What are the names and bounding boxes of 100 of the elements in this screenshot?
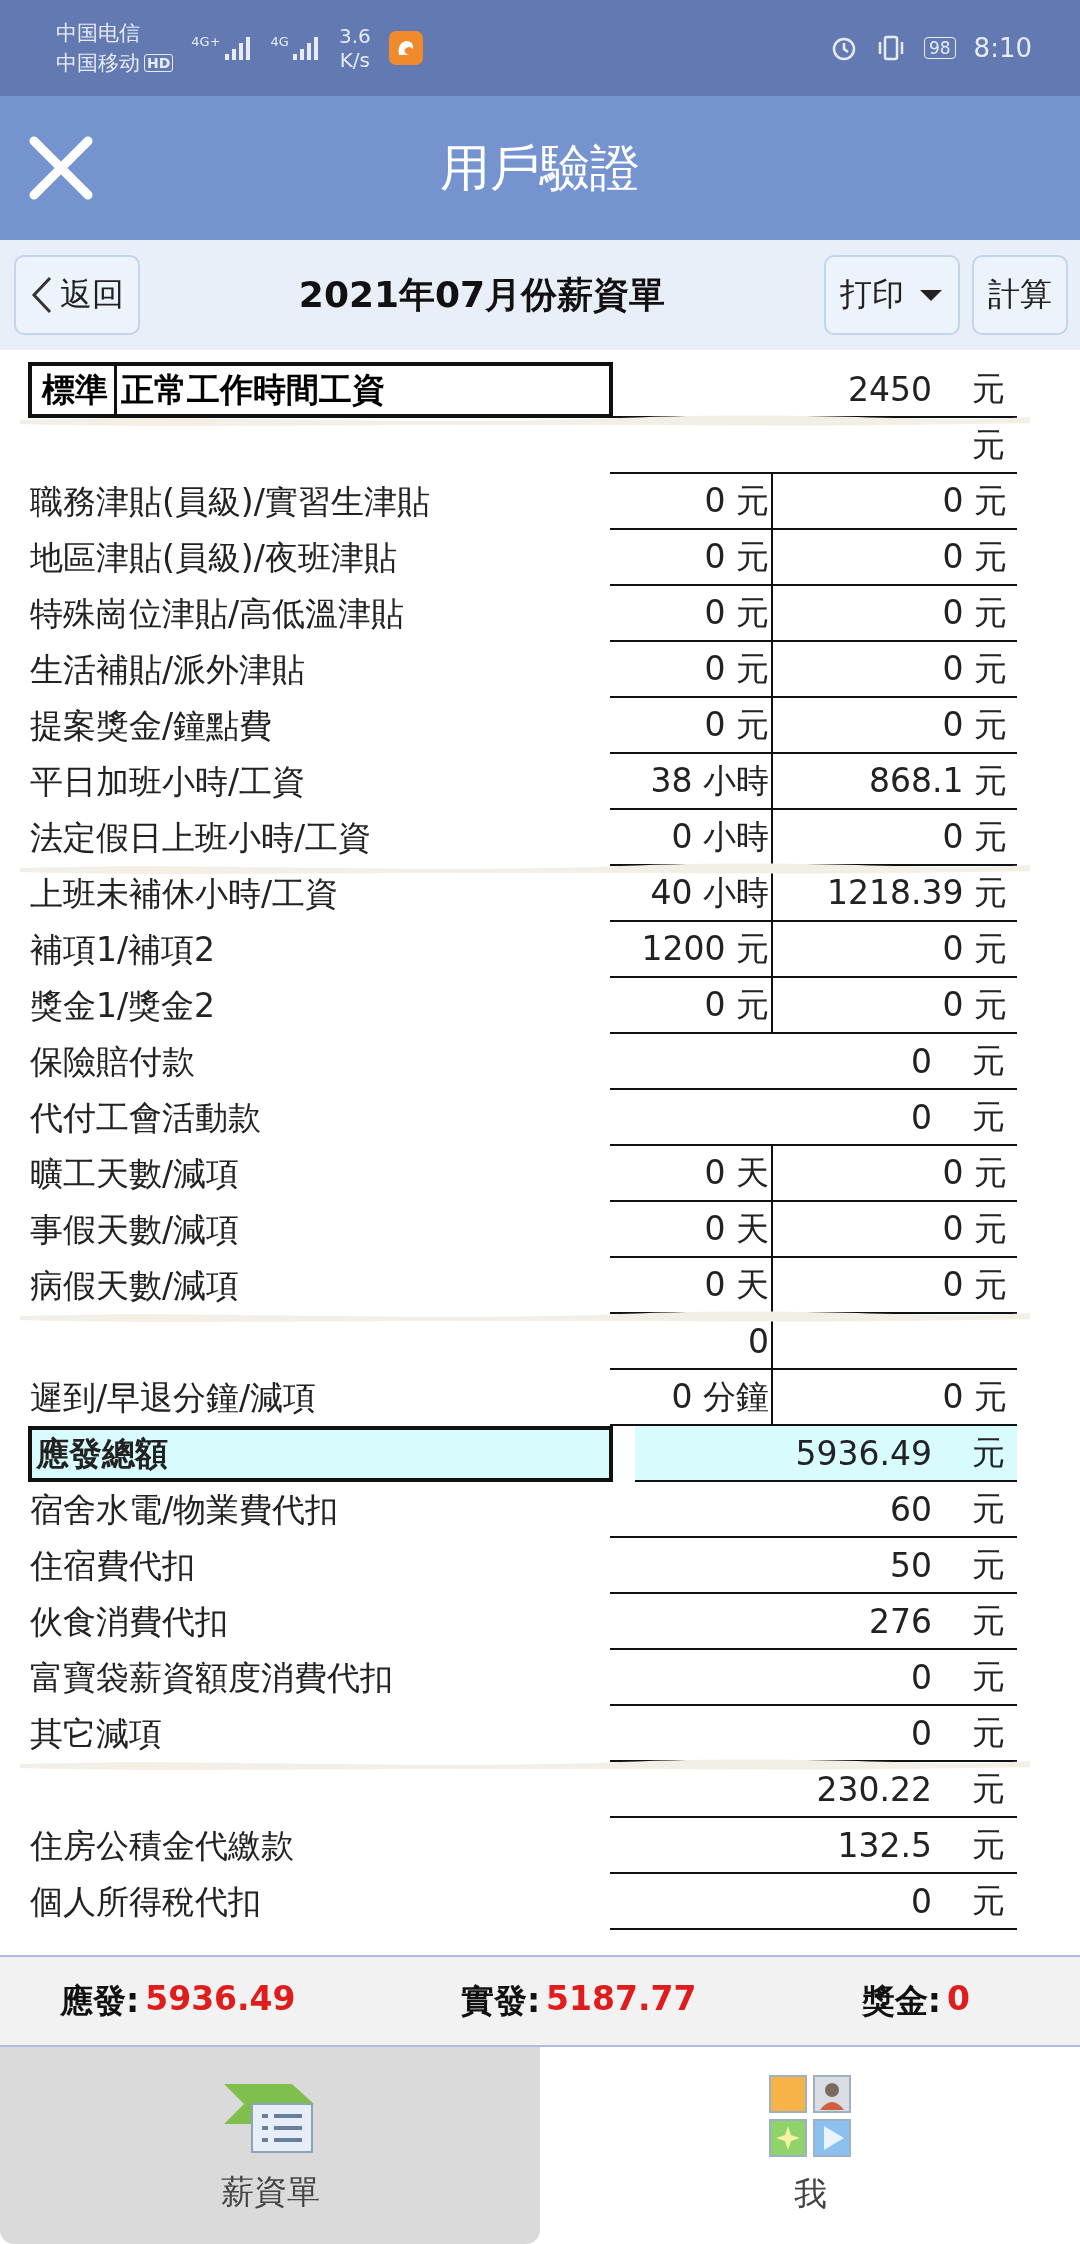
amount-cell-text: 0 天 <box>704 1151 769 1194</box>
summary-value: 5187.77 <box>546 1978 697 2020</box>
network-speed: 3.6 K/s <box>338 24 371 72</box>
amount-cell-text: 0 元 <box>942 591 1007 634</box>
app-icon <box>388 31 423 65</box>
amount-cell: 0 <box>911 1713 932 1753</box>
network-type: 4G <box>270 34 289 49</box>
nav-tab[interactable]: 薪資單 <box>0 2047 540 2244</box>
amount-cell-text: 0 元 <box>704 983 769 1026</box>
amount-cell-text: 0 元 <box>942 1375 1007 1418</box>
calculate-button[interactable]: 計算 <box>972 255 1068 335</box>
summary-label: 實發: <box>460 1979 541 2022</box>
carrier-name: 中国移动 <box>56 50 140 77</box>
close-icon[interactable] <box>28 135 94 201</box>
amount-cell: 5936.49 <box>795 1433 932 1473</box>
amount-cell-text: 1200 元 <box>641 927 769 970</box>
amount-cell-text: 0 元 <box>704 535 769 578</box>
amount-cell: 0 <box>911 1657 932 1697</box>
currency-unit: 元 <box>972 1711 1005 1754</box>
item-label: 病假天數/減項 <box>30 1264 240 1307</box>
summary-label: 獎金: <box>861 1979 941 2022</box>
payslip-title: 2021年07月份薪資單 <box>297 272 667 317</box>
network-type: 4G+ <box>191 34 221 49</box>
amount-cell-text: 0 元 <box>942 983 1007 1026</box>
amount-cell-text: 0 元 <box>704 479 769 522</box>
currency-unit: 元 <box>972 1767 1005 1810</box>
currency-unit: 元 <box>972 1039 1005 1082</box>
currency-unit: 元 <box>972 1879 1005 1922</box>
item-label: 特殊崗位津貼/高低溫津貼 <box>30 592 405 635</box>
item-label: 遲到/早退分鐘/減項 <box>30 1376 317 1419</box>
summary-value: 5936.49 <box>145 1978 296 2020</box>
print-button[interactable]: 打印 <box>824 255 960 335</box>
amount-cell-text: 0 元 <box>942 535 1007 578</box>
currency-unit: 元 <box>972 1487 1005 1530</box>
item-label: 法定假日上班小時/工資 <box>30 816 372 859</box>
amount-cell: 230.22 <box>816 1769 932 1809</box>
amount-cell-text: 38 小時 <box>650 759 769 802</box>
currency-unit: 元 <box>972 1095 1005 1138</box>
currency-unit: 元 <box>972 1655 1005 1698</box>
category-label: 標準 <box>32 366 117 414</box>
item-label: 上班未補休小時/工資 <box>30 872 339 915</box>
currency-unit: 元 <box>972 1823 1005 1866</box>
back-button[interactable]: 返回 <box>14 255 140 335</box>
caret-icon <box>918 287 944 303</box>
amount-cell: 0 <box>911 1041 932 1081</box>
nav-tab[interactable]: 我 <box>540 2047 1080 2244</box>
amount-cell: 2450 <box>848 369 932 409</box>
item-label: 補項1/補項2 <box>30 928 216 971</box>
amount-cell-text: 868.1 元 <box>869 759 1007 802</box>
clock-time: 8:10 <box>973 33 1032 63</box>
amount-cell-text: 0 元 <box>942 703 1007 746</box>
item-label: 平日加班小時/工資 <box>30 760 306 803</box>
amount-cell-text: 1218.39 元 <box>827 871 1007 914</box>
carrier-name: 中国电信 <box>56 20 141 47</box>
item-label: 曠工天數/減項 <box>30 1152 240 1195</box>
currency-unit: 元 <box>972 423 1005 466</box>
signal-icon <box>222 34 253 62</box>
amount-cell-text: 0 元 <box>942 815 1007 858</box>
item-label: 正常工作時間工資 <box>120 368 385 411</box>
amount-cell: 60 <box>890 1489 932 1529</box>
item-label: 住房公積金代繳款 <box>30 1824 294 1867</box>
amount-cell-text: 0 元 <box>942 927 1007 970</box>
item-label: 住宿費代扣 <box>30 1544 195 1587</box>
amount-cell: 132.5 <box>837 1825 932 1865</box>
item-label: 代付工會活動款 <box>30 1096 261 1139</box>
currency-unit: 元 <box>972 1543 1005 1586</box>
amount-cell: 0 <box>748 1321 769 1361</box>
item-label: 其它減項 <box>30 1712 162 1755</box>
hd-badge: HD <box>144 54 174 72</box>
amount-cell-text: 0 小時 <box>671 815 769 858</box>
screen-title: 用戶驗證 <box>440 138 640 197</box>
amount-cell-text: 0 元 <box>704 703 769 746</box>
item-label: 事假天數/減項 <box>30 1208 240 1251</box>
currency-unit: 元 <box>972 1599 1005 1642</box>
signal-icon <box>290 34 321 62</box>
item-label: 伙食消費代扣 <box>30 1600 228 1643</box>
battery-level: 98 <box>923 37 956 59</box>
amount-cell: 276 <box>869 1601 932 1641</box>
chevron-left-icon <box>30 275 54 315</box>
item-label: 職務津貼(員級)/實習生津貼 <box>30 480 430 523</box>
amount-cell: 0 <box>911 1881 932 1921</box>
amount-cell-text: 0 元 <box>942 1151 1007 1194</box>
amount-cell-text: 0 元 <box>704 647 769 690</box>
item-label: 獎金1/獎金2 <box>30 984 216 1027</box>
amount-cell-text: 0 元 <box>942 1207 1007 1250</box>
item-label: 富寶袋薪資額度消費代扣 <box>30 1656 393 1699</box>
currency-unit: 元 <box>972 367 1005 410</box>
amount-cell: 0 <box>911 1097 932 1137</box>
item-label: 個人所得稅代扣 <box>30 1880 261 1923</box>
amount-cell-text: 0 分鐘 <box>671 1375 769 1418</box>
total-label: 應發總額 <box>28 1426 613 1482</box>
amount-cell-text: 0 天 <box>704 1207 769 1250</box>
amount-cell-text: 0 天 <box>704 1263 769 1306</box>
amount-cell-text: 40 小時 <box>650 871 769 914</box>
summary-label: 應發: <box>60 1979 140 2022</box>
currency-unit: 元 <box>972 1431 1005 1474</box>
amount-cell-text: 0 元 <box>704 591 769 634</box>
item-label: 地區津貼(員級)/夜班津貼 <box>30 536 397 579</box>
app-grid-icon <box>768 2074 852 2158</box>
summary-value: 0 <box>947 1978 970 2020</box>
